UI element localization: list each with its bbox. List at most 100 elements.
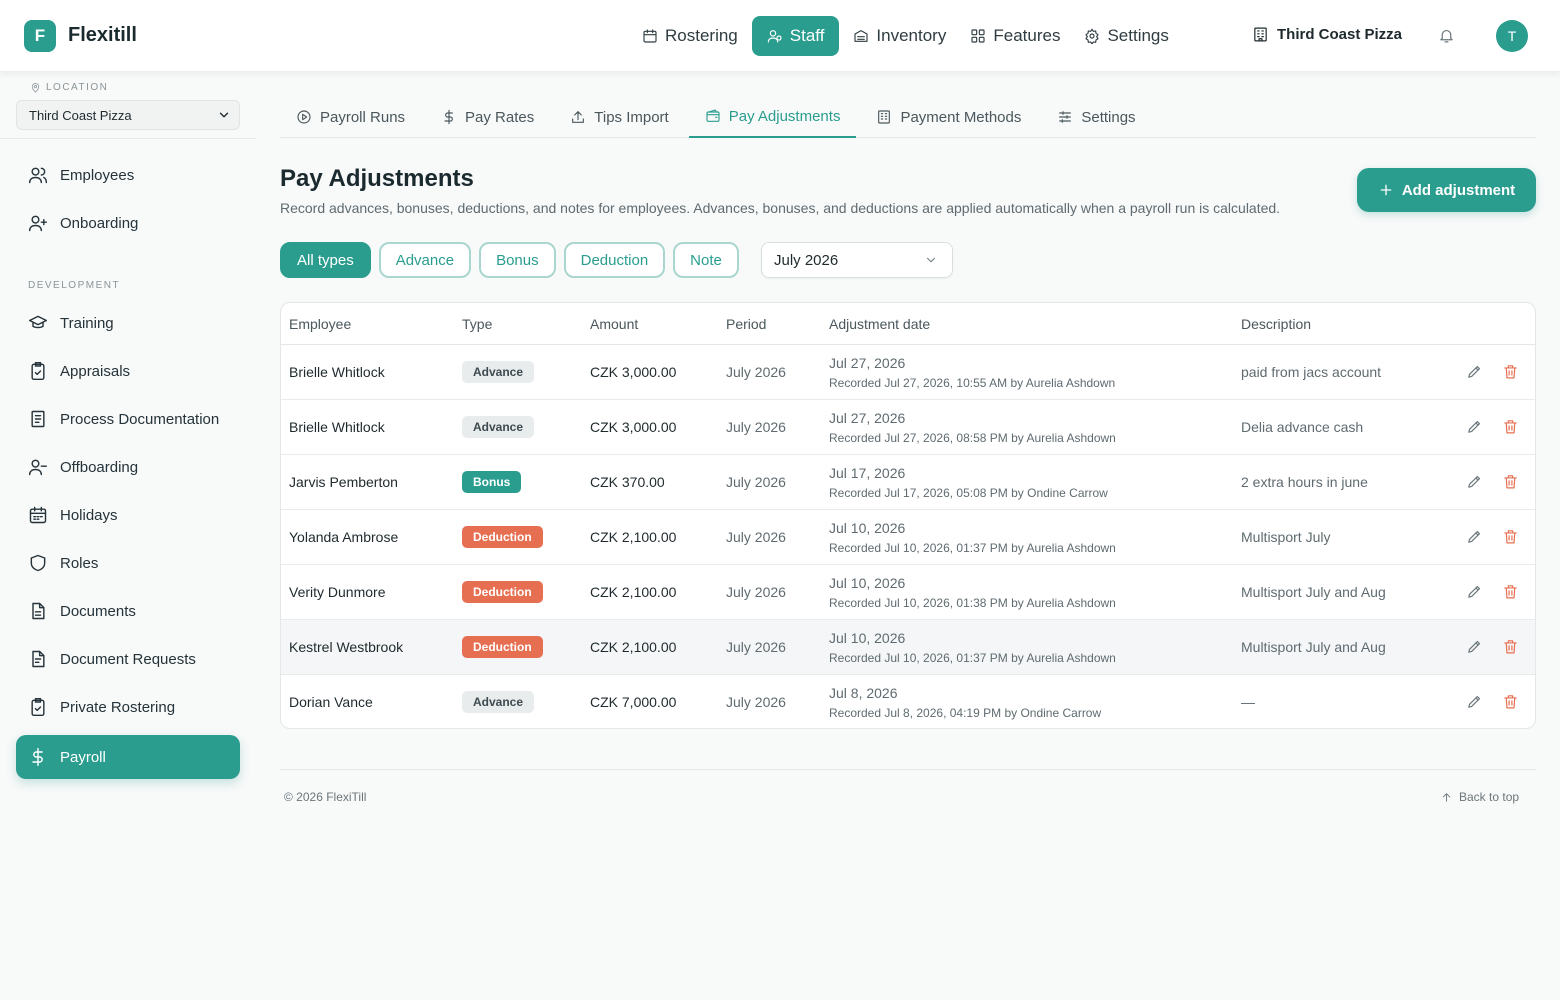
tab-label: Settings bbox=[1081, 108, 1136, 126]
sidebar-item-roles[interactable]: Roles bbox=[16, 541, 240, 585]
table-row[interactable]: Kestrel Westbrook Deduction CZK 2,100.00 Ju… bbox=[281, 620, 1535, 675]
header-description[interactable]: Description bbox=[1241, 316, 1311, 332]
amount: CZK 3,000.00 bbox=[590, 364, 677, 380]
users-icon bbox=[28, 165, 48, 185]
tab-tips-import[interactable]: Tips Import bbox=[554, 96, 684, 138]
calendar-days-icon bbox=[28, 505, 48, 525]
sidebar-item-private-rostering[interactable]: Private Rostering bbox=[16, 685, 240, 729]
topnav-rostering-label: Rostering bbox=[665, 26, 738, 45]
type-badge-cell: Advance bbox=[462, 691, 535, 713]
bell-icon[interactable] bbox=[1438, 27, 1455, 44]
header-adjustment-date[interactable]: Adjustment date bbox=[829, 316, 930, 332]
table-row[interactable]: Yolanda Ambrose Deduction CZK 2,100.00 July… bbox=[281, 510, 1535, 565]
trash-icon[interactable] bbox=[1502, 583, 1519, 600]
add-adjustment-button[interactable]: Add adjustment bbox=[1357, 168, 1536, 212]
amount: CZK 2,100.00 bbox=[590, 529, 677, 545]
store-switcher[interactable]: Third Coast Pizza bbox=[1252, 26, 1402, 43]
grid-icon bbox=[970, 28, 986, 44]
period: July 2026 bbox=[726, 419, 786, 435]
table-row[interactable]: Verity Dunmore Deduction CZK 2,100.00 July … bbox=[281, 565, 1535, 620]
header-period[interactable]: Period bbox=[726, 316, 766, 332]
tab-label: Pay Rates bbox=[465, 108, 535, 126]
description: Multisport July bbox=[1241, 529, 1331, 545]
building-icon bbox=[876, 109, 892, 125]
adjustment-date: Jul 27, 2026 bbox=[829, 410, 906, 426]
sidebar-item-offboarding[interactable]: Offboarding bbox=[16, 445, 240, 489]
filter-deduction[interactable]: Deduction bbox=[563, 242, 666, 278]
sidebar-item-employees[interactable]: Employees bbox=[16, 153, 240, 197]
filter-all-types[interactable]: All types bbox=[280, 242, 371, 278]
page-description: Record advances, bonuses, deductions, an… bbox=[280, 200, 1281, 216]
table-row[interactable]: Brielle Whitlock Advance CZK 3,000.00 July … bbox=[281, 400, 1535, 455]
sidebar-item-onboarding[interactable]: Onboarding bbox=[16, 201, 240, 245]
period: July 2026 bbox=[726, 474, 786, 490]
pencil-icon[interactable] bbox=[1466, 528, 1483, 545]
trash-icon[interactable] bbox=[1502, 693, 1519, 710]
chevron-down-icon bbox=[924, 253, 938, 267]
tab-settings[interactable]: Settings bbox=[1041, 96, 1151, 138]
app-logo[interactable]: F bbox=[24, 20, 56, 52]
pencil-icon[interactable] bbox=[1466, 638, 1483, 655]
header-type[interactable]: Type bbox=[462, 316, 492, 332]
clipboard-check-icon bbox=[28, 361, 48, 381]
topnav-features-label: Features bbox=[993, 26, 1061, 45]
trash-icon[interactable] bbox=[1502, 363, 1519, 380]
trash-icon[interactable] bbox=[1502, 473, 1519, 490]
topnav-settings[interactable]: Settings bbox=[1074, 16, 1178, 56]
table-row[interactable]: Jarvis Pemberton Bonus CZK 370.00 July 2026… bbox=[281, 455, 1535, 510]
sidebar-item-label: Onboarding bbox=[60, 214, 139, 232]
app-name[interactable]: Flexitill bbox=[68, 24, 137, 47]
pencil-icon[interactable] bbox=[1466, 363, 1483, 380]
period: July 2026 bbox=[726, 694, 786, 710]
description: Multisport July and Aug bbox=[1241, 584, 1386, 600]
topnav-staff[interactable]: Staff bbox=[751, 16, 840, 56]
sidebar-item-holidays[interactable]: Holidays bbox=[16, 493, 240, 537]
table-row[interactable]: Dorian Vance Advance CZK 7,000.00 July 2026… bbox=[281, 675, 1535, 728]
trash-icon[interactable] bbox=[1502, 418, 1519, 435]
pencil-icon[interactable] bbox=[1466, 418, 1483, 435]
trash-icon[interactable] bbox=[1502, 638, 1519, 655]
clipboard-check-icon bbox=[28, 697, 48, 717]
topnav-rostering[interactable]: Rostering bbox=[632, 16, 748, 56]
header-employee[interactable]: Employee bbox=[289, 316, 351, 332]
sidebar-item-payroll[interactable]: Payroll bbox=[16, 735, 240, 779]
tab-pay-adjustments[interactable]: Pay Adjustments bbox=[688, 96, 857, 138]
sidebar-item-process-documentation[interactable]: Process Documentation bbox=[16, 397, 240, 441]
sidebar-divider bbox=[0, 138, 256, 139]
amount: CZK 7,000.00 bbox=[590, 694, 677, 710]
amount: CZK 370.00 bbox=[590, 474, 665, 490]
topnav-inventory-label: Inventory bbox=[876, 26, 947, 45]
filter-advance[interactable]: Advance bbox=[378, 242, 472, 278]
sidebar-item-label: Document Requests bbox=[60, 650, 196, 668]
copyright: © 2026 FlexiTill bbox=[284, 790, 367, 804]
table-row[interactable]: Brielle Whitlock Advance CZK 3,000.00 July … bbox=[281, 345, 1535, 400]
sidebar-item-appraisals[interactable]: Appraisals bbox=[16, 349, 240, 393]
plus-icon bbox=[1378, 182, 1394, 198]
sidebar-item-label: Holidays bbox=[60, 506, 118, 524]
topnav-features[interactable]: Features bbox=[960, 16, 1070, 56]
pencil-icon[interactable] bbox=[1466, 583, 1483, 600]
sidebar-item-document-requests[interactable]: Document Requests bbox=[16, 637, 240, 681]
topnav-inventory[interactable]: Inventory bbox=[843, 16, 956, 56]
tab-payroll-runs[interactable]: Payroll Runs bbox=[280, 96, 421, 138]
employee-name: Dorian Vance bbox=[289, 694, 373, 710]
trash-icon[interactable] bbox=[1502, 528, 1519, 545]
sidebar-item-training[interactable]: Training bbox=[16, 301, 240, 345]
tab-payment-methods[interactable]: Payment Methods bbox=[860, 96, 1037, 138]
pencil-icon[interactable] bbox=[1466, 693, 1483, 710]
filter-note[interactable]: Note bbox=[673, 242, 739, 278]
arrow-up-icon bbox=[1440, 791, 1453, 804]
header-amount[interactable]: Amount bbox=[590, 316, 638, 332]
location-select[interactable]: Third Coast Pizza bbox=[16, 100, 240, 130]
back-to-top-link[interactable]: Back to top bbox=[1440, 790, 1519, 804]
pencil-icon[interactable] bbox=[1466, 473, 1483, 490]
filter-bonus[interactable]: Bonus bbox=[479, 242, 556, 278]
avatar[interactable]: T bbox=[1496, 20, 1528, 52]
adjustments-table: Employee Type Amount Period Adjustment d… bbox=[280, 302, 1536, 729]
top-bar: F Flexitill Rostering Staff Inventory Fe… bbox=[0, 0, 1560, 72]
sidebar-item-label: Employees bbox=[60, 166, 135, 184]
sidebar-item-documents[interactable]: Documents bbox=[16, 589, 240, 633]
gear-icon bbox=[1084, 28, 1100, 44]
tab-pay-rates[interactable]: Pay Rates bbox=[425, 96, 550, 138]
month-select[interactable]: July 2026 bbox=[761, 242, 953, 278]
